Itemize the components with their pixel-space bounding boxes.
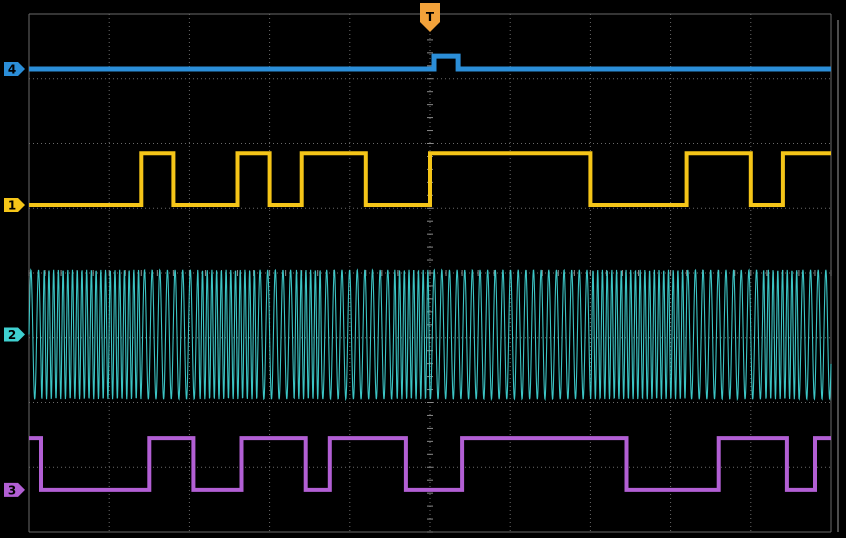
channel-marker-label-2: 2 xyxy=(8,328,16,342)
channel-marker-label-3: 3 xyxy=(8,483,16,497)
oscilloscope-display: 4 1 2 3 T xyxy=(0,0,846,538)
trigger-marker-label: T xyxy=(426,10,435,24)
channel-marker-label-4: 4 xyxy=(8,63,16,77)
channel-marker-label-1: 1 xyxy=(8,199,16,213)
